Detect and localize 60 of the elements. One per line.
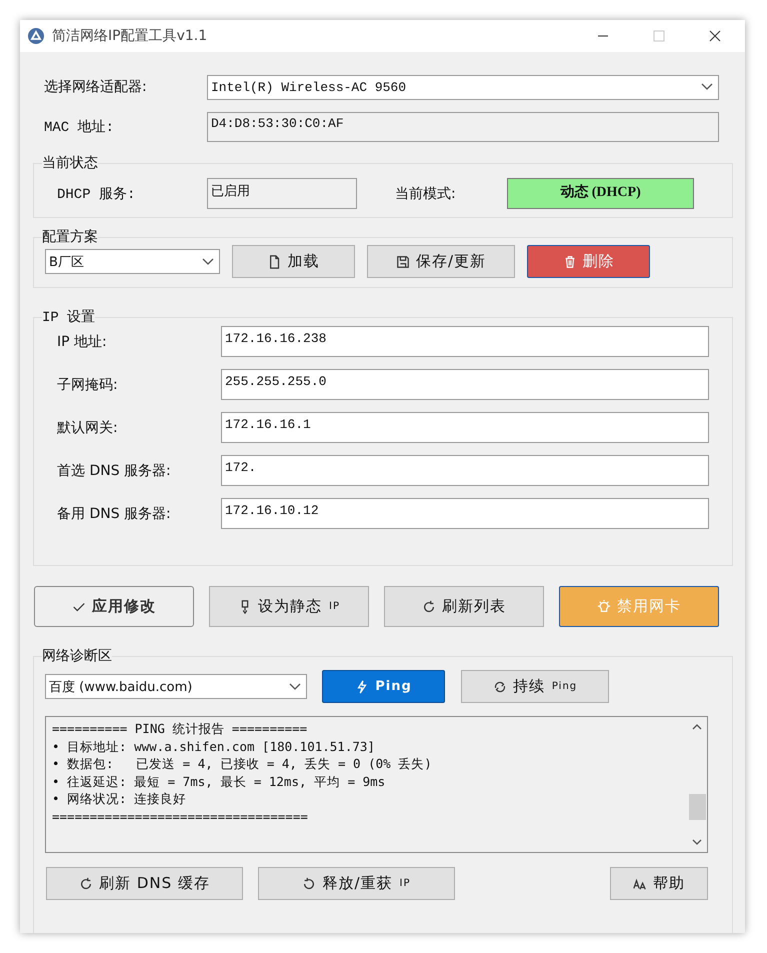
action-button[interactable]: 设为静态 IP: [209, 586, 369, 627]
adapter-label: 选择网络适配器:: [44, 78, 148, 96]
mac-field: D4:D8:53:30:C0:AF: [207, 112, 719, 142]
group-title: 当前状态: [42, 154, 98, 172]
log-line: • 数据包: 已发送 = 4, 已接收 = 4, 丢失 = 0 (0% 丢失): [52, 755, 433, 772]
action-button[interactable]: 刷新列表: [384, 586, 544, 627]
refresh-icon: [422, 600, 436, 614]
trash-icon: [562, 254, 576, 268]
field-label: IP 地址:: [57, 332, 108, 350]
mode-label: 当前模式:: [395, 184, 457, 202]
close-icon[interactable]: [709, 30, 721, 42]
log-line: • 往返延迟: 最短 = 7ms, 最长 = 12ms, 平均 = 9ms: [52, 772, 386, 790]
log-line: • 目标地址: www.a.shifen.com [180.101.51.73]: [52, 738, 376, 755]
input-field[interactable]: 172.16.10.12: [221, 498, 709, 529]
log-line: ========== PING 统计报告 ==========: [52, 720, 308, 738]
mac-label: MAC 地址:: [44, 118, 116, 136]
ping-target-dropdown[interactable]: 百度 (www.baidu.com): [45, 674, 307, 699]
scroll-up-icon[interactable]: [692, 723, 702, 731]
profile-dropdown[interactable]: B厂区: [45, 249, 220, 274]
adapter-dropdown[interactable]: Intel(R) Wireless-AC 9560: [207, 74, 719, 100]
window-title: 简洁网络IP配置工具v1.1: [52, 27, 208, 45]
tool-button[interactable]: 释放/重获 IP: [258, 867, 455, 900]
group-title: 网络诊断区: [42, 647, 112, 665]
group-title: IP 设置: [42, 308, 96, 326]
profile-button[interactable]: 保存/更新: [367, 245, 515, 278]
log-line: ==================================: [52, 808, 309, 825]
group-title: 配置方案: [42, 228, 98, 246]
font-size-icon: [633, 876, 647, 890]
refresh-icon: [79, 876, 94, 890]
tool-button[interactable]: 帮助: [610, 867, 708, 900]
log-line: • 网络状况: 连接良好: [52, 790, 188, 808]
ping-button[interactable]: Ping: [322, 670, 445, 703]
input-field[interactable]: 172.: [221, 455, 709, 486]
app-icon: [28, 28, 44, 44]
action-button[interactable]: 应用修改: [34, 586, 194, 627]
input-field[interactable]: 255.255.255.0: [221, 369, 709, 400]
loop-icon: [492, 680, 507, 694]
file-icon: [268, 254, 282, 268]
profile-button[interactable]: 加载: [232, 245, 355, 278]
caret-icon: [202, 258, 214, 266]
scroll-thumb[interactable]: [688, 794, 706, 820]
lightning-icon: [355, 680, 370, 694]
ping-button[interactable]: 持续 Ping: [461, 670, 609, 703]
field-label: 备用 DNS 服务器:: [57, 504, 172, 522]
field-label: 首选 DNS 服务器:: [57, 462, 172, 480]
caret-icon: [701, 83, 713, 91]
field-label: 默认网关:: [57, 418, 119, 436]
mode-status-field: 动态 (DHCP): [507, 178, 694, 209]
tool-button[interactable]: 刷新 DNS 缓存: [46, 867, 243, 900]
save-icon: [396, 254, 410, 268]
input-field[interactable]: 172.16.16.238: [221, 326, 709, 357]
profile-button[interactable]: 删除: [527, 245, 650, 278]
scroll-down-icon[interactable]: [692, 838, 702, 846]
dhcp-status-field: 已启用: [207, 178, 357, 209]
input-field[interactable]: 172.16.16.1: [221, 412, 709, 443]
field-label: 子网掩码:: [57, 376, 119, 394]
caret-icon: [289, 682, 301, 690]
rotate-icon: [302, 876, 316, 890]
dhcp-label: DHCP 服务:: [57, 186, 136, 202]
bulb-icon: [597, 600, 611, 614]
